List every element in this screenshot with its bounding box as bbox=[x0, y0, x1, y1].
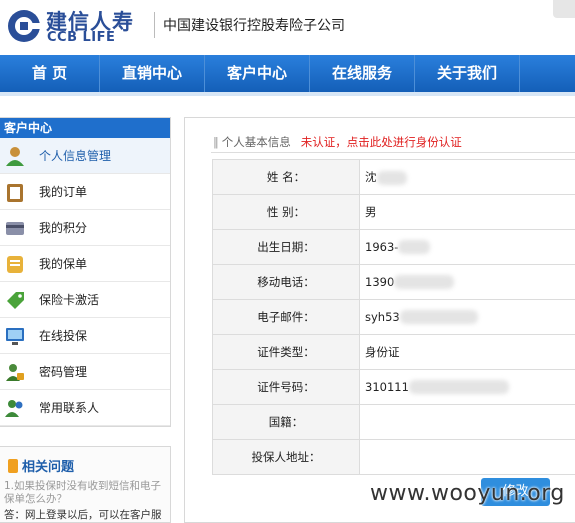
field-value-mobile: 1390 bbox=[359, 264, 575, 300]
site-header: 建信人寿 CCB LIFE 中国建设银行控股寿险子公司 bbox=[0, 0, 575, 55]
sidebar-item-my-orders[interactable]: 我的订单 bbox=[0, 174, 170, 210]
question-icon bbox=[8, 459, 18, 473]
related-question-link[interactable]: 1.如果投保时没有收到短信和电子保单怎么办？ bbox=[4, 480, 168, 506]
company-tagline: 中国建设银行控股寿险子公司 bbox=[163, 18, 345, 34]
related-title: 相关问题 bbox=[8, 456, 74, 475]
value-text: 310111 bbox=[365, 379, 409, 394]
field-label-address: 投保人地址： bbox=[212, 439, 360, 475]
field-value-id-type: 身份证 bbox=[359, 334, 575, 370]
tag-icon bbox=[7, 292, 24, 309]
section-title: 个人基本信息 bbox=[221, 135, 291, 149]
personal-info-table: 姓 名： 沈 性 别： 男 出生日期： 1963- 移动电话： 1390 电子邮… bbox=[212, 159, 575, 475]
sidebar-item-card-activation[interactable]: 保险卡激活 bbox=[0, 282, 170, 318]
ccb-logo-icon[interactable] bbox=[6, 8, 42, 44]
header-corner-button[interactable] bbox=[553, 0, 575, 18]
field-label-id-type: 证件类型： bbox=[212, 334, 360, 370]
lock-user-icon bbox=[6, 364, 24, 381]
field-value-nationality bbox=[359, 404, 575, 440]
related-answer: 答：网上登录以后，可以在客户服 bbox=[4, 509, 162, 521]
field-label-gender: 性 别： bbox=[212, 194, 360, 230]
table-row: 证件类型： 身份证 bbox=[212, 334, 575, 370]
sidebar-item-label: 我的积分 bbox=[39, 221, 88, 235]
sidebar-item-label: 常用联系人 bbox=[39, 401, 100, 415]
section-header: ‖ 个人基本信息 未认证，点击此处进行身份认证 bbox=[213, 134, 462, 150]
sidebar-item-password[interactable]: 密码管理 bbox=[0, 354, 170, 390]
field-value-id-number: 310111 bbox=[359, 369, 575, 405]
sidebar-item-label: 个人信息管理 bbox=[39, 149, 112, 163]
field-label-email: 电子邮件： bbox=[212, 299, 360, 335]
value-text: 沈 bbox=[365, 170, 377, 184]
table-row: 姓 名： 沈 bbox=[212, 159, 575, 195]
nav-item-home[interactable]: 首 页 bbox=[0, 55, 100, 92]
related-title-text: 相关问题 bbox=[22, 460, 75, 475]
sidebar-item-label: 在线投保 bbox=[39, 329, 88, 343]
field-value-name: 沈 bbox=[359, 159, 575, 195]
clipboard-icon bbox=[7, 184, 23, 202]
section-marker-icon: ‖ bbox=[213, 135, 219, 149]
field-label-name: 姓 名： bbox=[212, 159, 360, 195]
personal-info-panel: ‖ 个人基本信息 未认证，点击此处进行身份认证 姓 名： 沈 性 别： 男 出生日期… bbox=[184, 117, 575, 523]
nav-item-direct-sales[interactable]: 直销中心 bbox=[100, 55, 205, 92]
redaction-blur bbox=[399, 310, 478, 325]
nav-item-online-service[interactable]: 在线服务 bbox=[310, 55, 415, 92]
document-icon bbox=[7, 256, 23, 273]
field-label-birthdate: 出生日期： bbox=[212, 229, 360, 265]
card-icon bbox=[6, 222, 24, 235]
sidebar-item-label: 我的保单 bbox=[39, 257, 88, 271]
field-label-mobile: 移动电话： bbox=[212, 264, 360, 300]
nav-item-about-us[interactable]: 关于我们 bbox=[415, 55, 520, 92]
table-row: 移动电话： 1390 bbox=[212, 264, 575, 300]
redaction-blur bbox=[394, 275, 455, 290]
sidebar-item-my-policies[interactable]: 我的保单 bbox=[0, 246, 170, 282]
sidebar: 客户中心 个人信息管理 我的订单 我的积分 我的保单 保险卡激活 在线投保 密码… bbox=[0, 117, 171, 427]
table-row: 性 别： 男 bbox=[212, 194, 575, 230]
nav-underline bbox=[0, 92, 575, 96]
person-icon bbox=[6, 147, 24, 166]
field-value-birthdate: 1963- bbox=[359, 229, 575, 265]
sidebar-item-contacts[interactable]: 常用联系人 bbox=[0, 390, 170, 426]
sidebar-item-label: 密码管理 bbox=[39, 365, 88, 379]
field-value-email: syh53 bbox=[359, 299, 575, 335]
watermark-text: www.wooyun.org bbox=[370, 481, 565, 506]
sidebar-item-online-insure[interactable]: 在线投保 bbox=[0, 318, 170, 354]
table-row: 出生日期： 1963- bbox=[212, 229, 575, 265]
logo-divider bbox=[154, 12, 155, 38]
logo-text-en[interactable]: CCB LIFE bbox=[47, 30, 115, 45]
contacts-icon bbox=[5, 400, 23, 417]
redaction-blur bbox=[376, 170, 407, 185]
table-row: 电子邮件： syh53 bbox=[212, 299, 575, 335]
sidebar-item-personal-info[interactable]: 个人信息管理 bbox=[0, 138, 170, 174]
main-nav: 首 页 直销中心 客户中心 在线服务 关于我们 bbox=[0, 55, 575, 92]
sidebar-item-label: 保险卡激活 bbox=[39, 293, 100, 307]
value-text: syh53 bbox=[365, 309, 400, 324]
field-label-id-number: 证件号码： bbox=[212, 369, 360, 405]
redaction-blur bbox=[408, 380, 509, 395]
value-text: 1963- bbox=[365, 239, 399, 254]
field-label-nationality: 国籍： bbox=[212, 404, 360, 440]
related-questions-panel: 相关问题 1.如果投保时没有收到短信和电子保单怎么办？ 答：网上登录以后，可以在… bbox=[0, 446, 171, 523]
monitor-icon bbox=[6, 328, 24, 345]
section-divider bbox=[211, 152, 575, 153]
value-text: 1390 bbox=[365, 274, 395, 289]
field-value-address bbox=[359, 439, 575, 475]
redaction-blur bbox=[398, 240, 431, 255]
sidebar-item-label: 我的订单 bbox=[39, 185, 88, 199]
table-row: 国籍： bbox=[212, 404, 575, 440]
table-row: 证件号码： 310111 bbox=[212, 369, 575, 405]
field-value-gender: 男 bbox=[359, 194, 575, 230]
table-row: 投保人地址： bbox=[212, 439, 575, 475]
nav-item-customer-center[interactable]: 客户中心 bbox=[205, 55, 310, 92]
sidebar-item-my-points[interactable]: 我的积分 bbox=[0, 210, 170, 246]
sidebar-title: 客户中心 bbox=[0, 118, 170, 138]
verify-identity-link[interactable]: 未认证，点击此处进行身份认证 bbox=[301, 135, 462, 149]
